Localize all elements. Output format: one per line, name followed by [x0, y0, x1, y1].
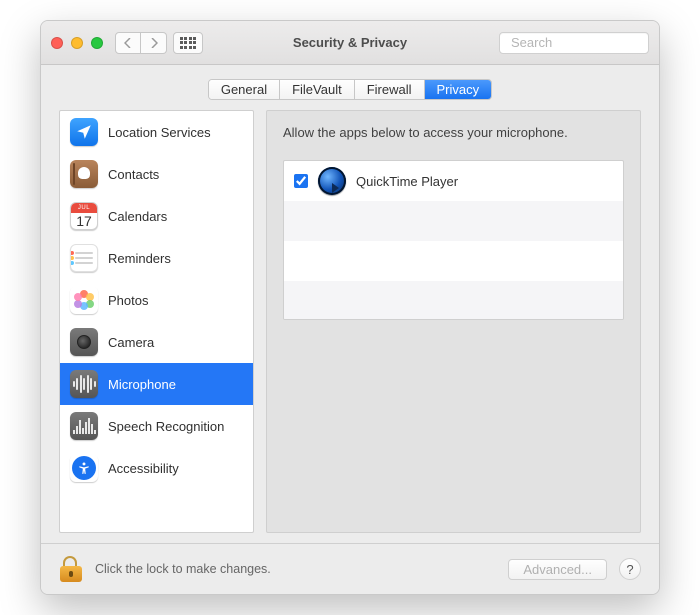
sidebar-item-label: Location Services — [108, 125, 211, 140]
forward-button[interactable] — [141, 32, 167, 54]
contacts-icon — [70, 160, 98, 188]
app-list: QuickTime Player — [283, 160, 624, 320]
chevron-left-icon — [124, 38, 132, 48]
content-area: Location Services Contacts JUL 17 Calend… — [41, 110, 659, 543]
reminders-icon — [70, 244, 98, 272]
nav-group — [115, 32, 167, 54]
sidebar-item-speech-recognition[interactable]: Speech Recognition — [60, 405, 253, 447]
tab-segment: General FileVault Firewall Privacy — [208, 79, 492, 100]
preferences-window: Security & Privacy General FileVault Fir… — [40, 20, 660, 595]
privacy-sidebar: Location Services Contacts JUL 17 Calend… — [59, 110, 254, 533]
speech-icon — [70, 412, 98, 440]
lock-text: Click the lock to make changes. — [95, 562, 271, 576]
search-field[interactable] — [499, 32, 649, 54]
advanced-button[interactable]: Advanced... — [508, 559, 607, 580]
chevron-right-icon — [150, 38, 158, 48]
sidebar-item-label: Reminders — [108, 251, 171, 266]
minimize-window-button[interactable] — [71, 37, 83, 49]
lock-button[interactable] — [59, 556, 83, 582]
sidebar-item-contacts[interactable]: Contacts — [60, 153, 253, 195]
titlebar: Security & Privacy — [41, 21, 659, 65]
app-row-empty — [284, 281, 623, 320]
sidebar-item-photos[interactable]: Photos — [60, 279, 253, 321]
main-panel: Allow the apps below to access your micr… — [266, 110, 641, 533]
sidebar-item-label: Contacts — [108, 167, 159, 182]
accessibility-icon — [70, 454, 98, 482]
calendars-icon: JUL 17 — [70, 202, 98, 230]
microphone-icon — [70, 370, 98, 398]
grid-icon — [180, 37, 197, 49]
tab-filevault[interactable]: FileVault — [280, 80, 355, 99]
window-controls — [51, 37, 103, 49]
tab-privacy[interactable]: Privacy — [425, 80, 492, 99]
camera-icon — [70, 328, 98, 356]
zoom-window-button[interactable] — [91, 37, 103, 49]
close-window-button[interactable] — [51, 37, 63, 49]
location-icon — [70, 118, 98, 146]
quicktime-icon — [318, 167, 346, 195]
search-input[interactable] — [511, 35, 660, 50]
sidebar-item-microphone[interactable]: Microphone — [60, 363, 253, 405]
sidebar-item-accessibility[interactable]: Accessibility — [60, 447, 253, 489]
app-name-label: QuickTime Player — [356, 174, 458, 189]
tab-bar: General FileVault Firewall Privacy — [41, 65, 659, 110]
sidebar-item-label: Speech Recognition — [108, 419, 224, 434]
back-button[interactable] — [115, 32, 141, 54]
sidebar-item-label: Accessibility — [108, 461, 179, 476]
app-checkbox-quicktime[interactable] — [294, 174, 308, 188]
app-row-empty — [284, 241, 623, 281]
show-all-button[interactable] — [173, 32, 203, 54]
panel-description: Allow the apps below to access your micr… — [283, 125, 624, 140]
sidebar-item-label: Microphone — [108, 377, 176, 392]
sidebar-item-reminders[interactable]: Reminders — [60, 237, 253, 279]
help-button[interactable]: ? — [619, 558, 641, 580]
sidebar-item-label: Camera — [108, 335, 154, 350]
tab-general[interactable]: General — [209, 80, 280, 99]
footer: Click the lock to make changes. Advanced… — [41, 543, 659, 594]
app-row-empty — [284, 201, 623, 241]
tab-firewall[interactable]: Firewall — [355, 80, 425, 99]
sidebar-item-label: Calendars — [108, 209, 167, 224]
sidebar-item-calendars[interactable]: JUL 17 Calendars — [60, 195, 253, 237]
sidebar-item-label: Photos — [108, 293, 148, 308]
sidebar-item-location-services[interactable]: Location Services — [60, 111, 253, 153]
photos-icon — [70, 286, 98, 314]
sidebar-item-camera[interactable]: Camera — [60, 321, 253, 363]
app-row[interactable]: QuickTime Player — [284, 161, 623, 201]
